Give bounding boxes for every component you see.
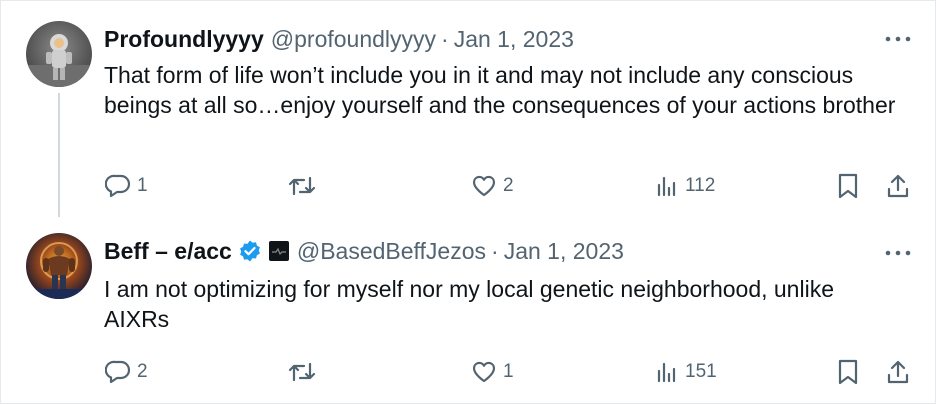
display-name[interactable]: Beff – e/acc [104, 237, 232, 265]
avatar[interactable] [26, 233, 92, 299]
bookmark-icon [837, 359, 859, 385]
like-icon [471, 360, 497, 384]
reply-count: 1 [137, 175, 148, 196]
user-handle[interactable]: @BasedBeffJezos [297, 237, 486, 265]
tweet-date[interactable]: Jan 1, 2023 [454, 25, 574, 53]
bookmark-button[interactable] [837, 171, 859, 201]
reply-button[interactable]: 2 [105, 357, 148, 387]
more-icon[interactable] [883, 29, 913, 49]
share-icon [886, 359, 910, 385]
tweet-date[interactable]: Jan 1, 2023 [504, 237, 624, 265]
verified-icon [238, 239, 262, 263]
views-icon [655, 360, 679, 384]
retweet-button[interactable] [288, 171, 322, 201]
bookmark-icon [837, 173, 859, 199]
muscular-figure-avatar-image [26, 233, 92, 299]
tweet-actions: 2 1 151 [1, 357, 935, 387]
reply-count: 2 [137, 361, 148, 382]
views-button[interactable]: 112 [655, 171, 715, 201]
bookmark-button[interactable] [837, 357, 859, 387]
like-count: 1 [503, 361, 514, 382]
tweet-actions: 1 2 112 [1, 171, 935, 201]
like-button[interactable]: 1 [471, 357, 514, 387]
reply-icon [105, 360, 131, 384]
share-icon [886, 173, 910, 199]
astronaut-avatar-image [26, 21, 92, 87]
like-count: 2 [503, 175, 514, 196]
retweet-button[interactable] [288, 357, 322, 387]
tweet-basedbeffjezos[interactable]: Beff – e/acc @BasedBeffJezos · Jan 1, 20… [1, 211, 935, 403]
views-button[interactable]: 151 [655, 357, 717, 387]
separator-dot: · [491, 238, 499, 264]
tweet-header: Profoundlyyyy @profoundlyyyy · Jan 1, 20… [104, 25, 574, 53]
retweet-icon [288, 174, 316, 198]
reply-icon [105, 174, 131, 198]
separator-dot: · [441, 26, 449, 52]
timeline: Profoundlyyyy @profoundlyyyy · Jan 1, 20… [0, 0, 936, 404]
like-button[interactable]: 2 [471, 171, 514, 201]
views-count: 112 [685, 175, 716, 196]
tweet-text: I am not optimizing for myself nor my lo… [104, 276, 834, 332]
share-button[interactable] [886, 357, 910, 387]
affiliate-badge-icon[interactable] [268, 240, 290, 262]
like-icon [471, 174, 497, 198]
tweet-profoundlyyyy[interactable]: Profoundlyyyy @profoundlyyyy · Jan 1, 20… [1, 1, 935, 217]
avatar[interactable] [26, 21, 92, 87]
user-handle[interactable]: @profoundlyyyy [271, 25, 436, 53]
tweet-header: Beff – e/acc @BasedBeffJezos · Jan 1, 20… [104, 237, 624, 265]
display-name[interactable]: Profoundlyyyy [104, 25, 264, 53]
views-count: 151 [685, 361, 717, 382]
tweet-text: That form of life won’t include you in i… [104, 62, 896, 118]
more-icon[interactable] [883, 243, 913, 263]
share-button[interactable] [886, 171, 910, 201]
retweet-icon [288, 360, 316, 384]
views-icon [655, 174, 679, 198]
reply-button[interactable]: 1 [105, 171, 148, 201]
